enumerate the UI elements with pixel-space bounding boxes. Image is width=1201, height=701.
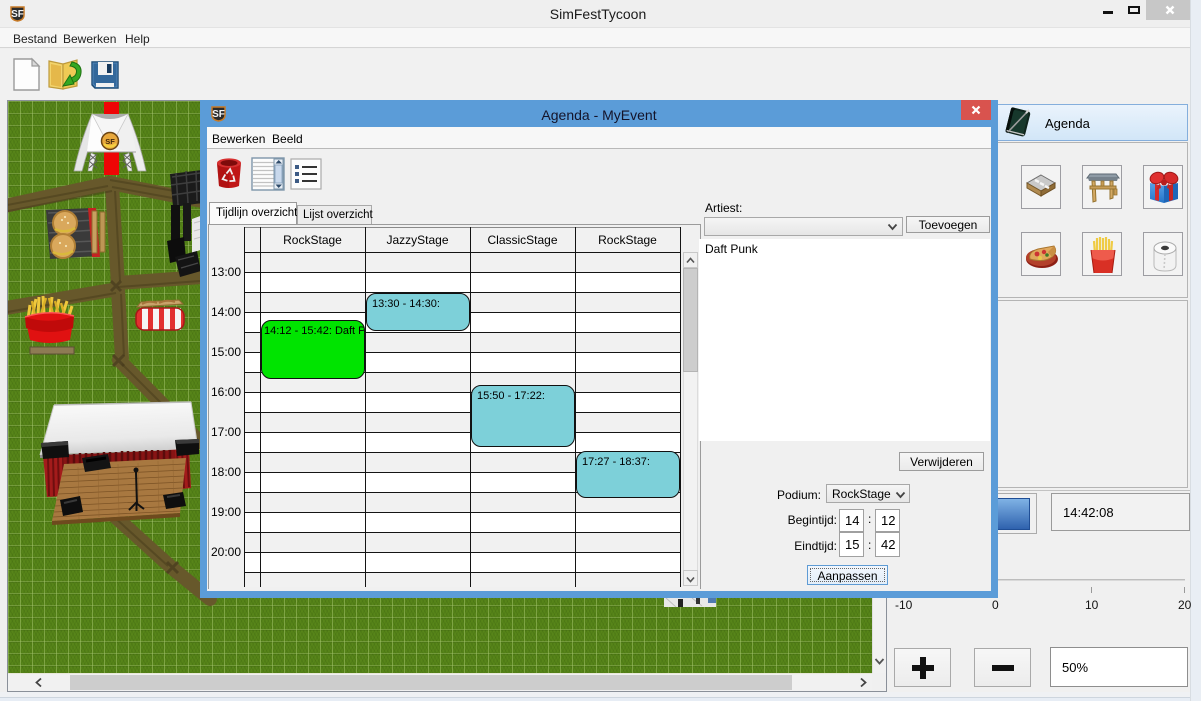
- svg-text:SF: SF: [105, 137, 115, 146]
- svg-text:SF: SF: [11, 9, 24, 20]
